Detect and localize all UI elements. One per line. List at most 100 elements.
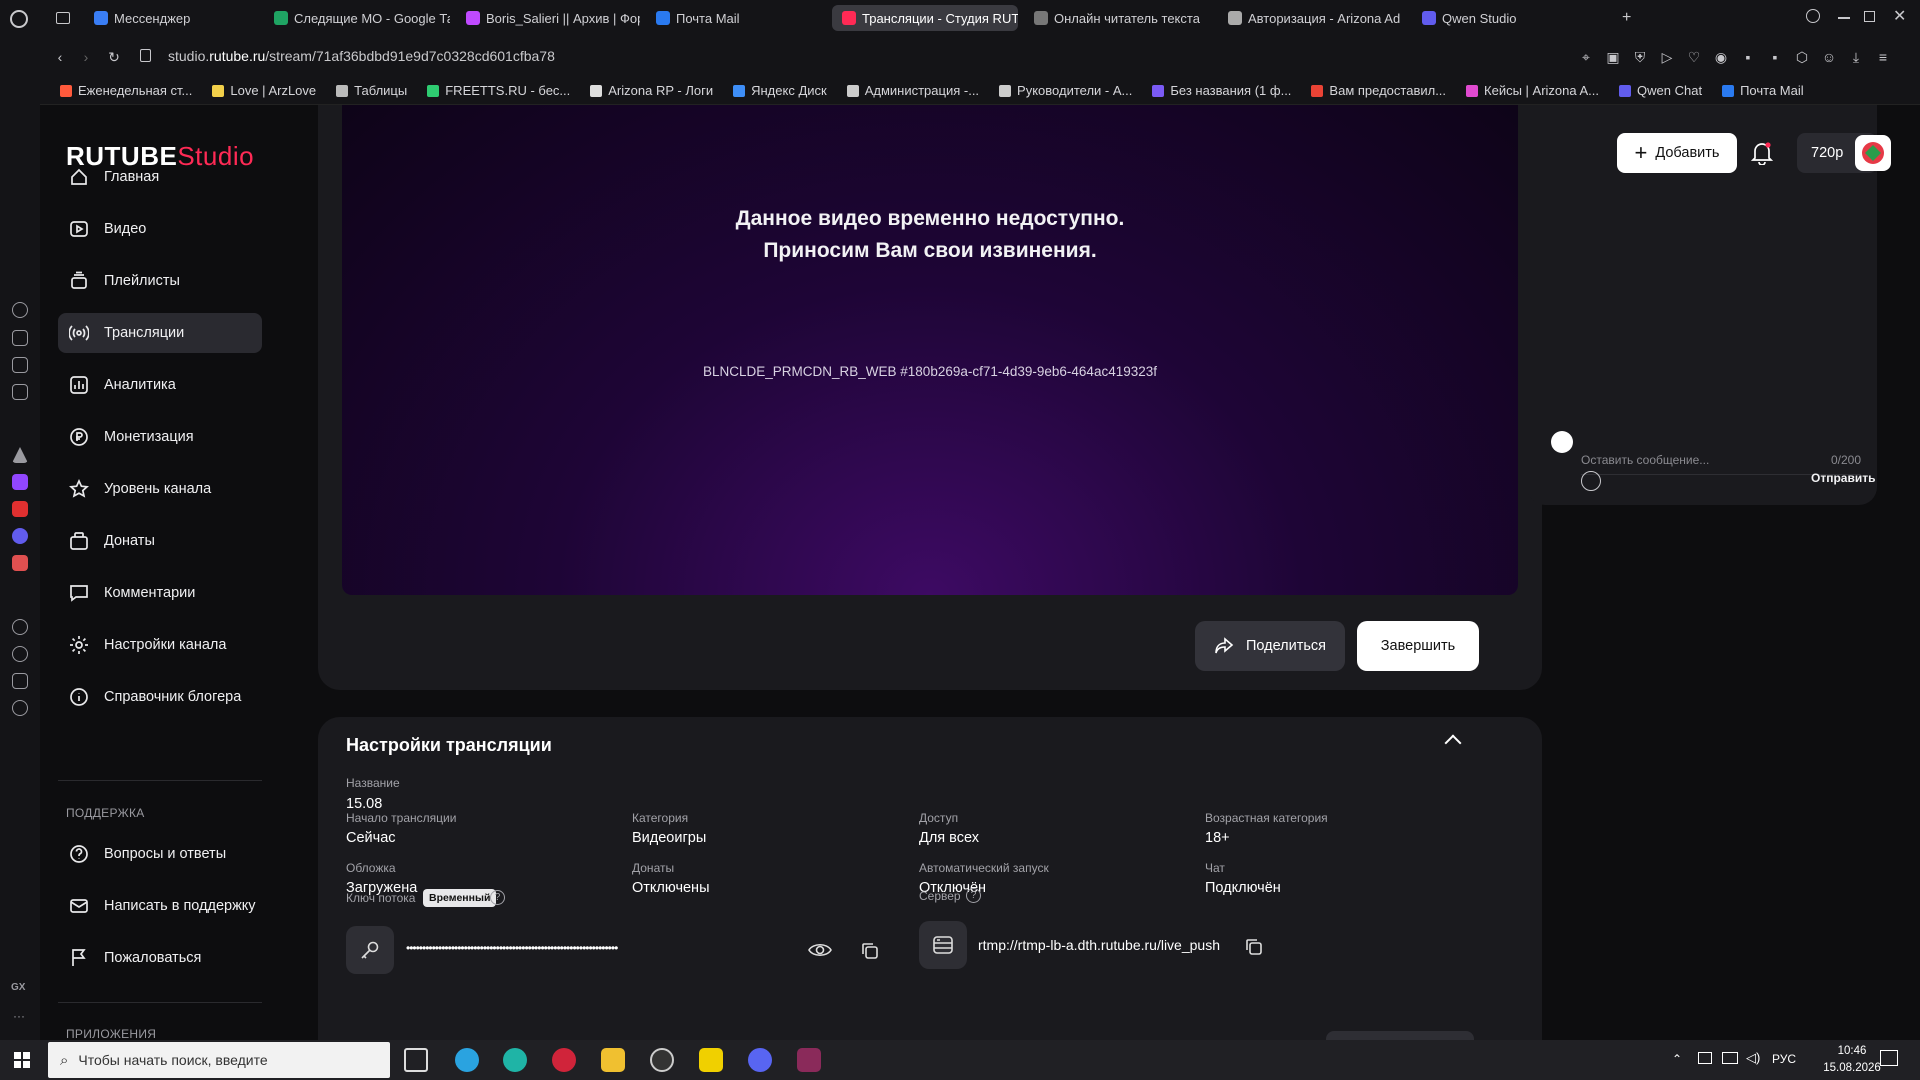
gx-icon[interactable]: GX [11, 982, 25, 993]
bookmark-item[interactable]: Без названия (1 ф... [1144, 83, 1299, 98]
volume-icon[interactable]: ◁) [1746, 1050, 1760, 1066]
back-icon[interactable]: ‹ [52, 49, 68, 65]
sidebar-item-broadcast[interactable]: Трансляции [58, 313, 262, 353]
notifications-bell-icon[interactable] [1750, 141, 1775, 166]
support-item-mail[interactable]: Написать в поддержку [58, 886, 262, 926]
download-icon[interactable]: ⤓ [1848, 49, 1864, 65]
language-indicator[interactable]: РУС [1772, 1052, 1796, 1066]
tab-menu-icon[interactable] [56, 12, 70, 24]
account-icon[interactable]: ☺ [1821, 49, 1837, 65]
search-tabs-icon[interactable] [1806, 9, 1820, 23]
browser-tab[interactable]: Трансляции - Студия RUT [832, 5, 1018, 31]
sidebar-item-coin[interactable]: Монетизация [58, 417, 262, 457]
snapshot-icon[interactable]: ▣ [1605, 49, 1621, 65]
save-button[interactable] [1326, 1031, 1474, 1040]
browser-tab[interactable]: Авторизация - Arizona Ad [1218, 5, 1406, 31]
stream-key-button[interactable] [346, 926, 394, 974]
browser-tab[interactable]: Мессенджер [84, 5, 258, 31]
extension-p-icon[interactable]: ▪ [1740, 49, 1756, 65]
extensions-rail-icon[interactable] [12, 673, 28, 689]
copy-key-icon[interactable] [859, 940, 881, 967]
app-icon[interactable] [12, 555, 28, 571]
bookmark-item[interactable]: Qwen Chat [1611, 83, 1710, 98]
finish-button[interactable]: Завершить [1357, 621, 1479, 671]
reload-icon[interactable]: ↻ [106, 49, 122, 65]
show-key-icon[interactable] [808, 941, 832, 964]
app-icon-4[interactable] [797, 1048, 821, 1072]
heart-icon[interactable]: ♡ [1686, 49, 1702, 65]
pin-icon[interactable]: ⌖ [1578, 49, 1594, 65]
explorer-icon[interactable] [601, 1048, 625, 1072]
bookmark-item[interactable]: Руководители - А... [991, 83, 1140, 98]
translate-icon[interactable]: ▪ [1767, 49, 1783, 65]
sidebar-item-gear[interactable]: Настройки канала [58, 625, 262, 665]
browser-tab[interactable]: Boris_Salieri || Архив | Фор [456, 5, 640, 31]
shield-icon[interactable]: ⛨ [1632, 49, 1648, 65]
bookmark-item[interactable]: Love | ArzLove [204, 83, 324, 98]
maximize-icon[interactable] [1864, 11, 1875, 22]
vpn-icon[interactable]: ◉ [1713, 49, 1729, 65]
bookmark-item[interactable]: Таблицы [328, 83, 415, 98]
stream-key-help-icon[interactable]: ? [490, 890, 505, 905]
avatar[interactable] [1855, 135, 1891, 171]
notification-center-icon[interactable] [1880, 1050, 1898, 1066]
bookmark-item[interactable]: FREETTS.RU - бес... [419, 83, 578, 98]
send-button[interactable]: Отправить [1811, 471, 1875, 485]
sidebar-item-comment[interactable]: Комментарии [58, 573, 262, 613]
telegram-icon[interactable] [455, 1048, 479, 1072]
sidebar-item-video[interactable]: Видео [58, 209, 262, 249]
sidebar-item-home[interactable]: Главная [58, 157, 262, 197]
menu-icon[interactable]: ≡ [1875, 49, 1891, 65]
bookmark-item[interactable]: Еженедельная ст... [52, 83, 200, 98]
bookmark-item[interactable]: Почта Mail [1714, 83, 1812, 98]
server-button[interactable] [919, 921, 967, 969]
browser-tab[interactable]: Онлайн читатель текста [1024, 5, 1212, 31]
notes-icon[interactable] [12, 357, 28, 373]
opera-gx-taskbar-icon[interactable] [552, 1048, 576, 1072]
sidebar-item-analytics[interactable]: Аналитика [58, 365, 262, 405]
minimize-icon[interactable] [1838, 17, 1850, 19]
network-icon[interactable] [1722, 1052, 1738, 1064]
lock-icon[interactable] [140, 49, 151, 62]
browser-tab[interactable]: Следящие МО - Google Та [264, 5, 450, 31]
emoji-icon[interactable] [1581, 471, 1601, 491]
support-item-question[interactable]: Вопросы и ответы [58, 834, 262, 874]
forward-icon[interactable]: › [78, 49, 94, 65]
speed-dial-icon[interactable] [12, 302, 28, 318]
add-button[interactable]: + Добавить [1617, 133, 1737, 173]
tray-chevron-icon[interactable]: ⌃ [1672, 1052, 1682, 1066]
more-icon[interactable]: ··· [13, 1009, 25, 1023]
task-view-icon[interactable] [404, 1048, 428, 1072]
new-tab-icon[interactable]: + [1622, 9, 1631, 27]
player-icon[interactable] [12, 619, 28, 635]
discord-icon[interactable] [748, 1048, 772, 1072]
bookmark-item[interactable]: Яндекс Диск [725, 83, 835, 98]
app-icon-3[interactable] [699, 1048, 723, 1072]
history-icon[interactable] [12, 646, 28, 662]
bookmark-item[interactable]: Arizona RP - Логи [582, 83, 721, 98]
qwen-icon[interactable] [12, 528, 28, 544]
arizona-icon[interactable] [12, 447, 28, 463]
bot-icon[interactable] [12, 330, 28, 346]
opera-gx-logo-icon[interactable] [10, 10, 28, 28]
bookmark-item[interactable]: Администрация -... [839, 83, 987, 98]
taskbar-search[interactable]: ⌕ Чтобы начать поиск, введите [48, 1042, 390, 1078]
copy-server-icon[interactable] [1243, 936, 1265, 963]
close-window-icon[interactable]: ✕ [1893, 6, 1906, 26]
browser-tab[interactable]: Почта Mail [646, 5, 826, 31]
m-icon[interactable] [12, 384, 28, 400]
extensions-icon[interactable]: ⬡ [1794, 49, 1810, 65]
bookmark-item[interactable]: Кейсы | Arizona A... [1458, 83, 1607, 98]
share-button[interactable]: Поделиться [1195, 621, 1345, 671]
windows-start-icon[interactable] [14, 1052, 30, 1068]
browser-tab[interactable]: Qwen Studio [1412, 5, 1562, 31]
sidebar-item-playlist[interactable]: Плейлисты [58, 261, 262, 301]
settings-rail-icon[interactable] [12, 700, 28, 716]
bookmark-item[interactable]: Вам предоставил... [1303, 83, 1454, 98]
sidebar-item-star[interactable]: Уровень канала [58, 469, 262, 509]
app-icon-2[interactable] [650, 1048, 674, 1072]
video-player[interactable]: Данное видео временно недоступно. Принос… [342, 105, 1518, 595]
url-field[interactable]: studio.rutube.ru/stream/71af36bdbd91e9d7… [168, 48, 555, 64]
clock[interactable]: 10:46 15.08.2026 [1816, 1043, 1888, 1077]
play-icon[interactable]: ▷ [1659, 49, 1675, 65]
